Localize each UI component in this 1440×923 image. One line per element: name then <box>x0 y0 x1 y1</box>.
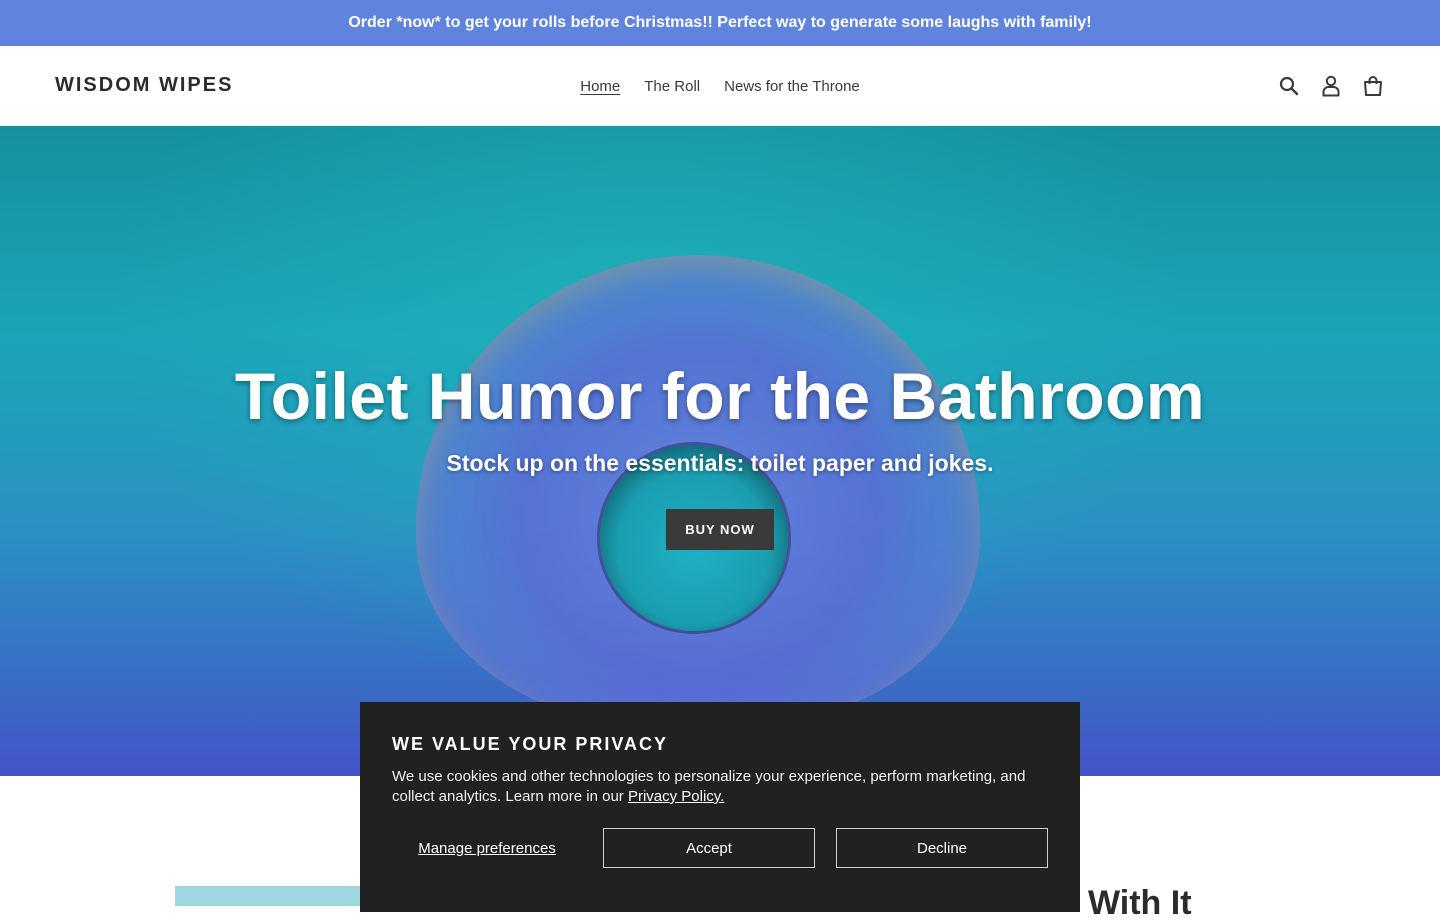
cookie-actions: Manage preferences Accept Decline <box>392 828 1048 868</box>
hero-title: Toilet Humor for the Bathroom <box>234 359 1206 433</box>
site-header: WISDOM WIPES Home The Roll News for the … <box>0 46 1440 126</box>
featured-image <box>175 886 375 906</box>
nav-news-for-the-throne[interactable]: News for the Throne <box>724 78 860 95</box>
hero-subtitle: Stock up on the essentials: toilet paper… <box>446 450 994 476</box>
account-icon[interactable] <box>1319 74 1343 98</box>
featured-heading: With It <box>1088 884 1192 922</box>
cookie-banner: WE VALUE YOUR PRIVACY We use cookies and… <box>360 702 1080 912</box>
search-icon[interactable] <box>1277 74 1301 98</box>
nav-the-roll[interactable]: The Roll <box>644 78 700 95</box>
cart-icon[interactable] <box>1361 74 1385 98</box>
cookie-title: WE VALUE YOUR PRIVACY <box>392 734 669 754</box>
announcement-bar: Order *now* to get your rolls before Chr… <box>0 0 1440 46</box>
header-icons <box>1277 74 1385 98</box>
privacy-policy-link[interactable]: Privacy Policy. <box>628 788 724 805</box>
decline-button[interactable]: Decline <box>836 828 1048 868</box>
hero-banner: Toilet Humor for the Bathroom Stock up o… <box>0 126 1440 776</box>
announcement-text: Order *now* to get your rolls before Chr… <box>348 14 1092 31</box>
accept-button[interactable]: Accept <box>603 828 815 868</box>
manage-preferences-link[interactable]: Manage preferences <box>392 840 582 857</box>
site-logo[interactable]: WISDOM WIPES <box>55 74 233 97</box>
nav-home[interactable]: Home <box>580 78 620 95</box>
hero-content: Toilet Humor for the Bathroom Stock up o… <box>0 358 1440 550</box>
cookie-text: We use cookies and other technologies to… <box>392 767 1048 807</box>
buy-now-button[interactable]: BUY NOW <box>666 509 774 550</box>
